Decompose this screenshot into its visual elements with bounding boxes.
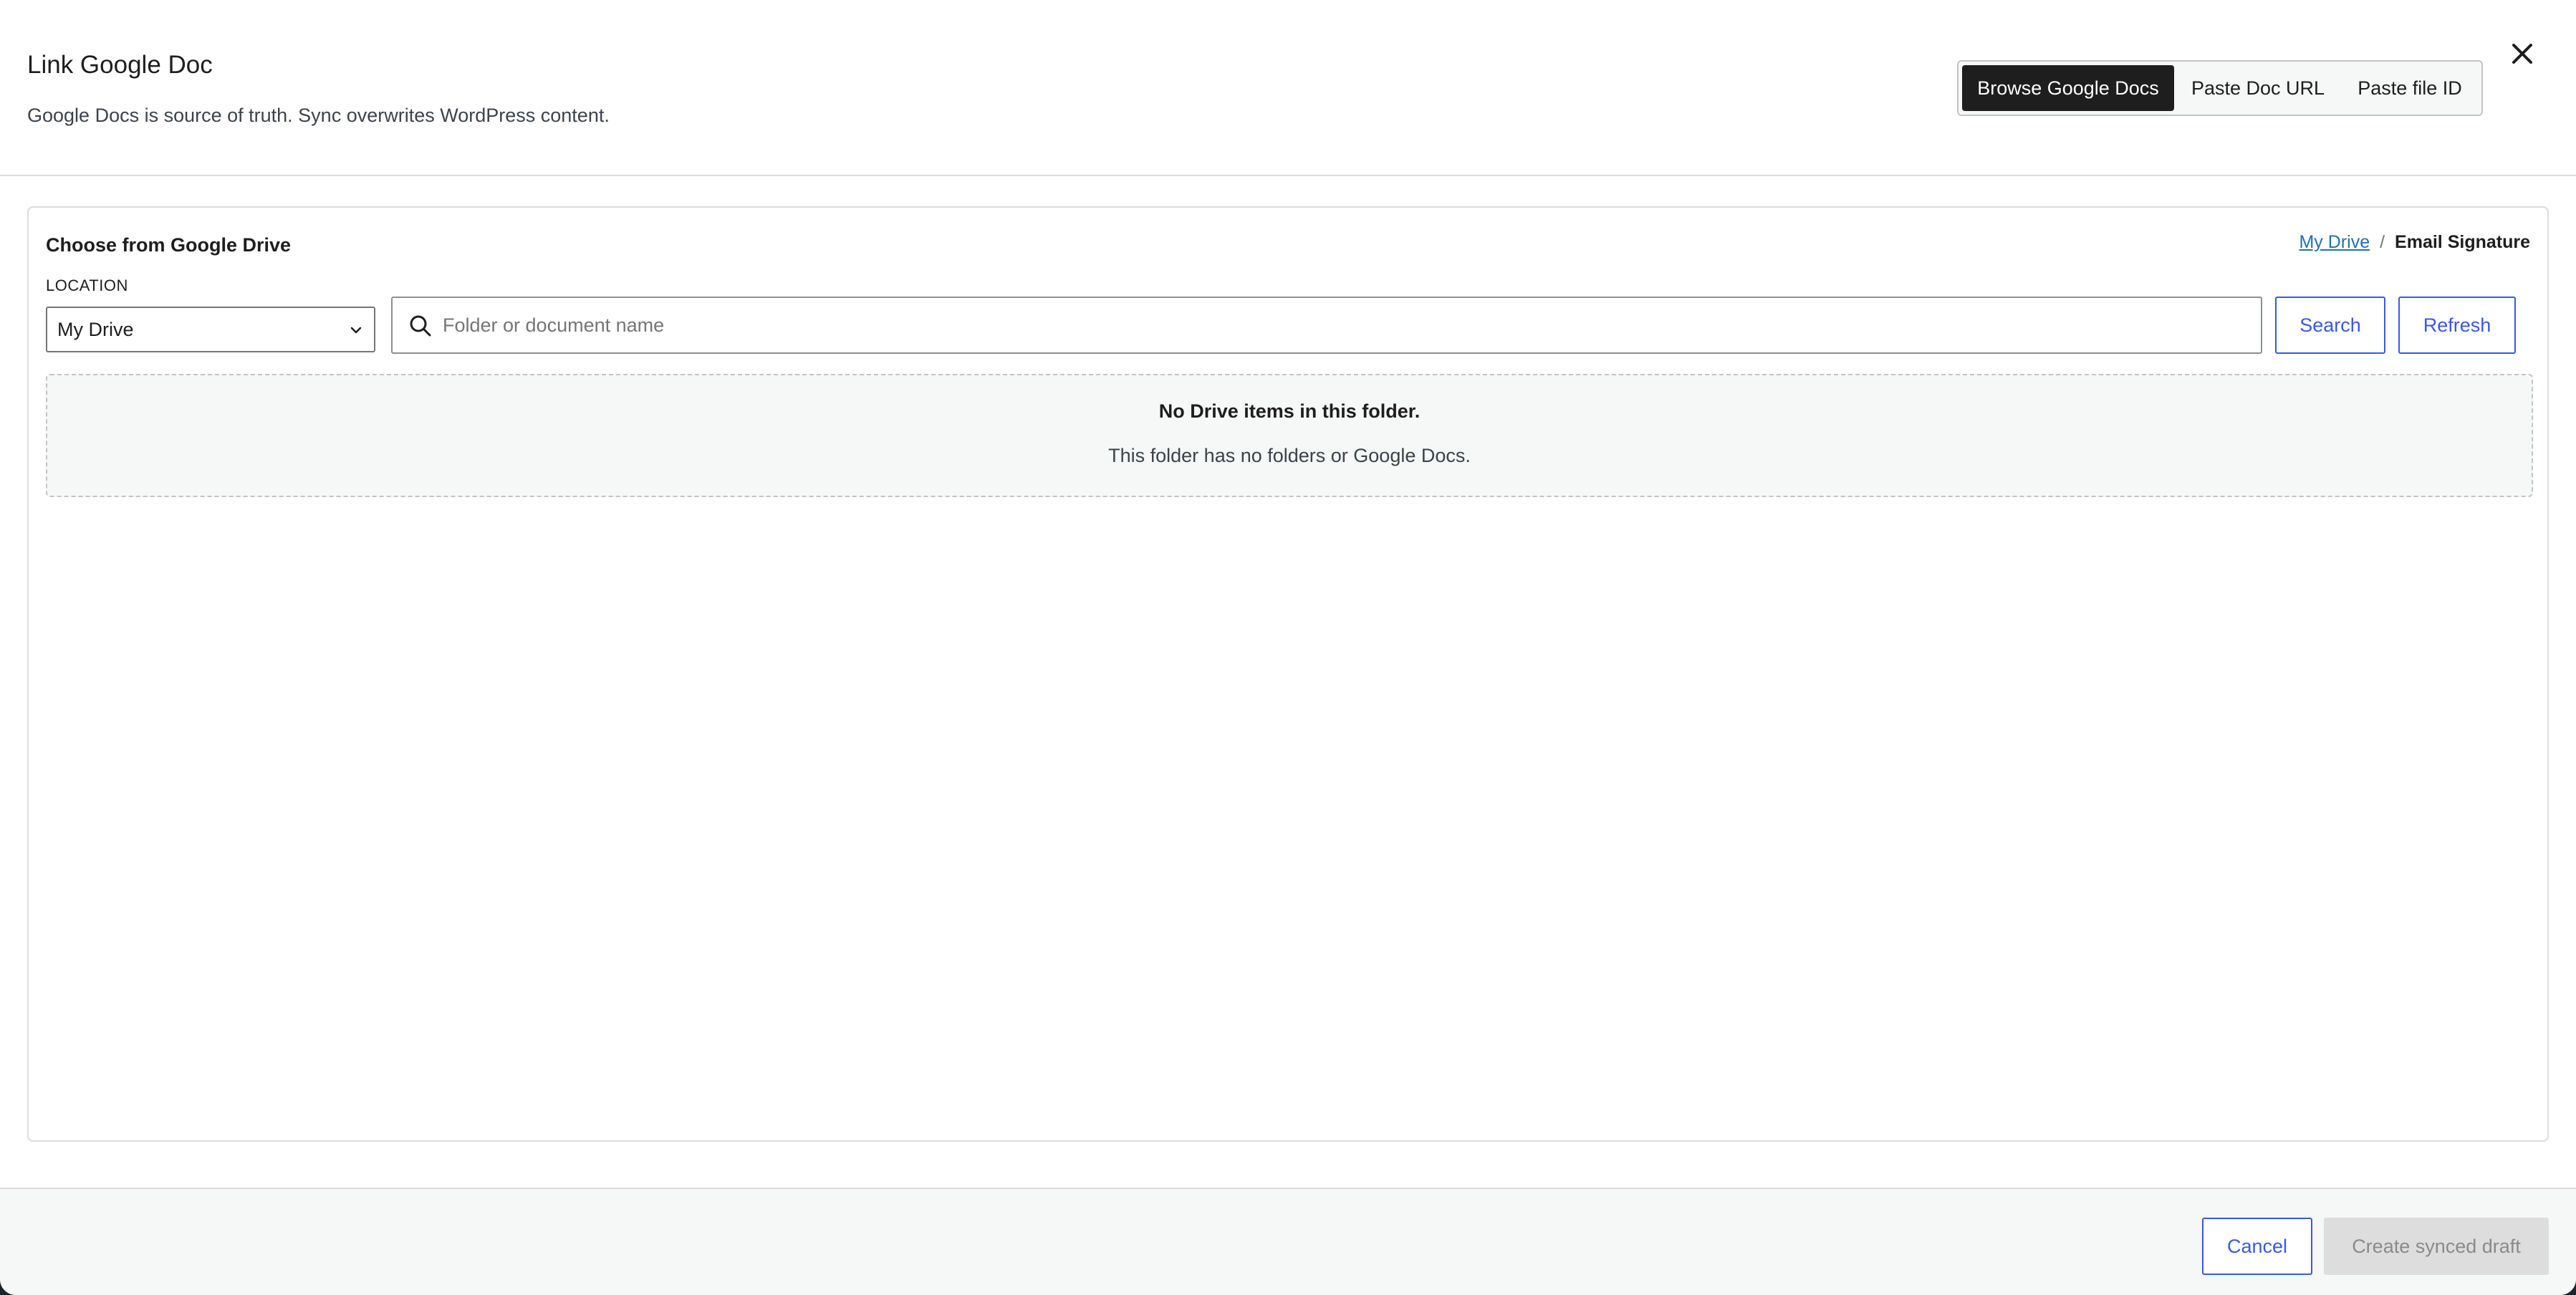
- empty-state: No Drive items in this folder. This fold…: [46, 374, 2533, 497]
- dialog-subtitle: Google Docs is source of truth. Sync ove…: [27, 105, 610, 126]
- breadcrumb-separator: /: [2380, 232, 2385, 252]
- location-select[interactable]: My Drive: [46, 307, 375, 352]
- breadcrumb-current-folder: Email Signature: [2395, 232, 2530, 252]
- breadcrumb-my-drive[interactable]: My Drive: [2299, 229, 2370, 255]
- empty-state-title: No Drive items in this folder.: [1158, 400, 1421, 422]
- close-icon: [2512, 44, 2532, 64]
- search-input[interactable]: [443, 298, 2248, 352]
- search-button[interactable]: Search: [2275, 297, 2385, 354]
- dialog-header: Link Google Doc Google Docs is source of…: [0, 0, 2576, 176]
- close-button[interactable]: [2506, 37, 2539, 70]
- refresh-button[interactable]: Refresh: [2398, 297, 2516, 354]
- link-google-doc-dialog: Link Google Doc Google Docs is source of…: [0, 0, 2576, 1295]
- search-icon: [410, 315, 431, 337]
- location-select-value: My Drive: [57, 318, 134, 340]
- create-synced-draft-button[interactable]: Create synced draft: [2324, 1218, 2549, 1275]
- mode-browse-google-docs[interactable]: Browse Google Docs: [1962, 65, 2174, 111]
- chevron-down-icon: [350, 327, 362, 334]
- mode-switcher: Browse Google Docs Paste Doc URL Paste f…: [1957, 60, 2483, 116]
- mode-paste-file-id[interactable]: Paste file ID: [2342, 65, 2478, 111]
- empty-state-description: This folder has no folders or Google Doc…: [1108, 445, 1471, 466]
- panel-title: Choose from Google Drive: [46, 234, 292, 256]
- drive-browser-panel: Choose from Google Drive My Drive / Emai…: [27, 206, 2549, 1142]
- dialog-footer: Cancel Create synced draft: [0, 1188, 2576, 1295]
- breadcrumb: My Drive / Email Signature: [2299, 229, 2530, 255]
- cancel-button[interactable]: Cancel: [2202, 1218, 2312, 1275]
- location-label: LOCATION: [46, 276, 128, 294]
- search-field: [391, 297, 2262, 354]
- dialog-title: Link Google Doc: [27, 51, 213, 79]
- mode-paste-doc-url[interactable]: Paste Doc URL: [2174, 65, 2342, 111]
